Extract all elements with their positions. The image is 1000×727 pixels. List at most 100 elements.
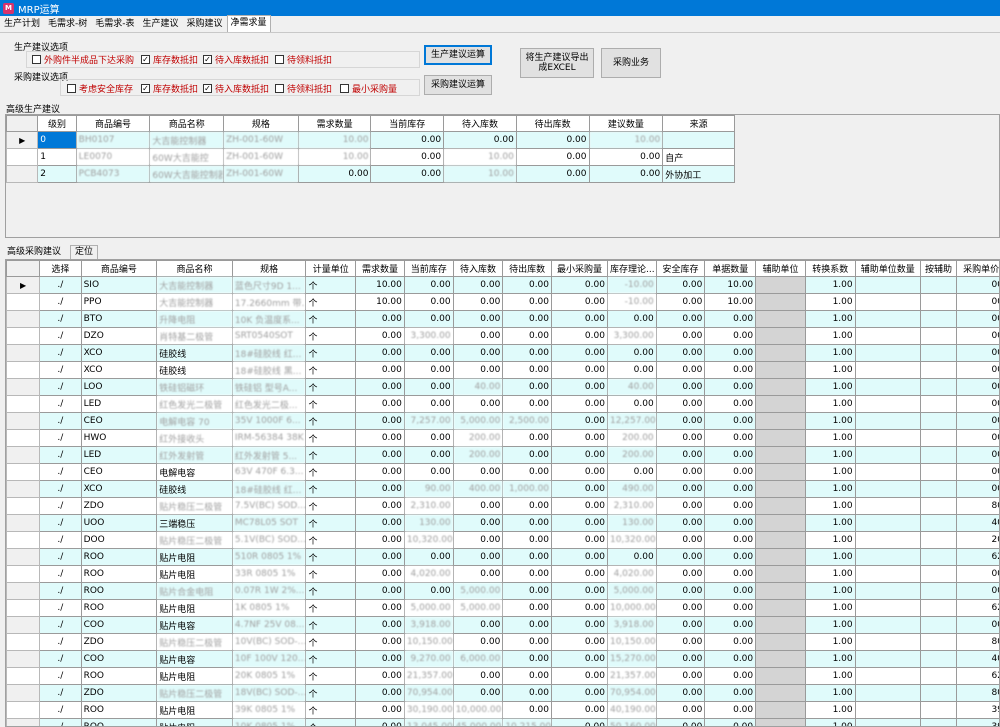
table-row[interactable]: ./DZO 肖特基二极管 SRT0540SOT 个 0.00 3,300.00 0.00 0.… <box>6 327 999 345</box>
checkbox-box[interactable] <box>67 84 76 93</box>
col-header[interactable]: 计量单位 <box>305 260 357 277</box>
production-checkbox-1[interactable]: ✓ 库存数抵扣 <box>141 53 198 66</box>
row-pointer[interactable] <box>6 429 41 447</box>
col-header[interactable]: 规格 <box>223 115 299 132</box>
table-row[interactable]: ./ROO 贴片合金电阻 0.07R 1W 2%... 个 0.00 0.00 5,000.… <box>6 582 999 600</box>
row-pointer[interactable] <box>6 667 41 685</box>
col-header[interactable]: 规格 <box>231 260 307 277</box>
col-header[interactable]: 按辅助 <box>919 260 958 277</box>
select-checkmark[interactable]: ./ <box>39 293 82 311</box>
select-checkmark[interactable]: ./ <box>39 412 82 430</box>
col-header[interactable]: 待入库数 <box>452 260 504 277</box>
col-header[interactable]: 辅助单位数量 <box>854 260 921 277</box>
select-checkmark[interactable]: ./ <box>39 480 82 498</box>
select-checkmark[interactable]: ./ <box>39 684 82 702</box>
table-row[interactable]: ./XCO 硅胶线 18#硅胶线 黑... 个 0.00 0.00 0.00 0.00 0.00… <box>6 361 999 379</box>
row-pointer[interactable] <box>6 514 41 532</box>
purchase-section-title[interactable]: 高级采购建议 <box>0 245 66 259</box>
select-checkmark[interactable]: ./ <box>39 497 82 515</box>
col-header[interactable]: 选择 <box>39 260 82 277</box>
table-row[interactable]: 1 LE0070 60W大吉能控 ZH-001-60W 10.00 0.00 10.00 0.… <box>6 148 735 166</box>
select-checkmark[interactable]: ./ <box>39 395 82 413</box>
table-row[interactable]: ./UOO 三端稳压 MC78L05 SOT 个 0.00 130.00 0.00 0.00 0… <box>6 514 999 532</box>
table-row[interactable]: ./XCO 硅胶线 18#硅胶线 红... 个 0.00 90.00 400.00 1,000… <box>6 480 999 498</box>
tab-4[interactable]: 采购建议 <box>183 16 227 32</box>
select-checkmark[interactable]: ./ <box>39 276 82 294</box>
col-header[interactable]: 安全库存 <box>655 260 706 277</box>
table-row[interactable]: ./ROO 贴片电阻 1K 0805 1% 个 0.00 5,000.00 5,000.00… <box>6 599 999 617</box>
select-checkmark[interactable]: ./ <box>39 344 82 362</box>
purchase-business-button[interactable]: 采购业务 <box>601 48 661 78</box>
tab-0[interactable]: 生产计划 <box>0 16 44 32</box>
select-checkmark[interactable]: ./ <box>39 548 82 566</box>
table-row[interactable]: ./BTO 升降电阻 10K 负温度系... 个 0.00 0.00 0.00 0.00 0.0… <box>6 310 999 328</box>
table-row[interactable]: ./LOO 铁硅铝磁环 铁硅铝 型号A... 个 0.00 0.00 40.00 0.00 0.… <box>6 378 999 396</box>
col-header[interactable]: 待出库数 <box>502 260 553 277</box>
calc-production-button[interactable]: 生产建议运算 <box>424 45 492 65</box>
table-row[interactable]: ./ZDO 贴片稳压二极管 18V(BC) SOD-... 个 0.00 70,954.0… <box>6 684 999 702</box>
production-checkbox-3[interactable]: 待领料抵扣 <box>275 53 332 66</box>
purchase-grid[interactable]: 选择 商品编号 商品名称 规格 计量单位 需求数量 当前库存 待入库数 待出库数 最小采购量 库存理… <box>5 259 1000 727</box>
col-header[interactable]: 辅助单位 <box>755 260 806 277</box>
purchase-checkbox-2[interactable]: ✓ 待入库数抵扣 <box>203 82 269 95</box>
col-header[interactable]: 需求数量 <box>297 115 372 132</box>
purchase-checkbox-0[interactable]: 考虑安全库存 <box>67 82 133 95</box>
select-checkmark[interactable]: ./ <box>39 718 82 726</box>
select-checkmark[interactable]: ./ <box>39 667 82 685</box>
row-pointer[interactable] <box>6 463 41 481</box>
col-header[interactable]: 转换系数 <box>804 260 856 277</box>
select-checkmark[interactable]: ./ <box>39 531 82 549</box>
table-row[interactable]: ./ROO贴片电阻10K 0805 1%个0.0013,045.0045,000… <box>6 718 999 726</box>
checkbox-box[interactable] <box>32 55 41 64</box>
tab-1[interactable]: 毛需求-树 <box>44 16 91 32</box>
calc-purchase-button[interactable]: 采购建议运算 <box>424 75 492 95</box>
col-header[interactable]: 商品名称 <box>149 115 225 132</box>
col-header[interactable]: 最小采购量 <box>551 260 608 277</box>
table-row[interactable]: ./LED 红色发光二极管 红色发光二极... 个 0.00 0.00 0.00 0.00 0.… <box>6 395 999 413</box>
export-excel-button[interactable]: 将生产建议导出成EXCEL <box>520 48 594 78</box>
checkbox-box[interactable]: ✓ <box>203 55 212 64</box>
select-checkmark[interactable]: ./ <box>39 310 82 328</box>
row-pointer[interactable] <box>6 412 41 430</box>
col-header[interactable]: 商品编号 <box>80 260 158 277</box>
checkbox-box[interactable]: ✓ <box>141 84 150 93</box>
row-pointer[interactable] <box>6 446 41 464</box>
table-row[interactable]: 2 PCB4073 60W大吉能控制器 ZH-001-60W 0.00 0.00 10.00… <box>6 165 735 183</box>
row-pointer[interactable] <box>6 565 41 583</box>
row-pointer[interactable] <box>6 582 41 600</box>
select-checkmark[interactable]: ./ <box>39 582 82 600</box>
select-checkmark[interactable]: ./ <box>39 650 82 668</box>
table-row[interactable]: ./XCO 硅胶线 18#硅胶线 红... 个 0.00 0.00 0.00 0.00 0.00… <box>6 344 999 362</box>
col-header[interactable]: 当前库存 <box>403 260 454 277</box>
col-header[interactable]: 待出库数 <box>515 115 590 132</box>
row-pointer[interactable]: ▶ <box>6 276 41 294</box>
row-pointer[interactable] <box>6 548 41 566</box>
row-pointer[interactable] <box>6 684 41 702</box>
row-pointer[interactable] <box>6 378 41 396</box>
row-pointer[interactable] <box>6 633 41 651</box>
table-row[interactable]: ./ROO 贴片电阻 39K 0805 1% 个 0.00 30,190.00 10,000… <box>6 701 999 719</box>
checkbox-box[interactable]: ✓ <box>203 84 212 93</box>
table-row[interactable]: ./ROO 贴片电阻 510R 0805 1% 个 0.00 0.00 0.00 0.00 0.… <box>6 548 999 566</box>
select-checkmark[interactable]: ./ <box>39 616 82 634</box>
select-checkmark[interactable]: ./ <box>39 361 82 379</box>
table-row[interactable]: ./CEO 电解电容 63V 470F 6.3... 个 0.00 0.00 0.00 0.0… <box>6 463 999 481</box>
table-row[interactable]: ./CEO 电解电容 70 35V 1000F 6... 个 0.00 7,257.00 5… <box>6 412 999 430</box>
row-pointer[interactable] <box>6 293 41 311</box>
col-header[interactable]: 商品名称 <box>156 260 233 277</box>
table-row[interactable]: ./ZDO 贴片稳压二极管 10V(BC) SOD-... 个 0.00 10,150.0… <box>6 633 999 651</box>
production-checkbox-0[interactable]: 外购件半成品下达采购 <box>32 53 134 66</box>
table-row[interactable]: ./HWO 红外接收头 IRM-56384 38K 个 0.00 0.00 200.00 0.… <box>6 429 999 447</box>
table-row[interactable]: ./DOO 贴片稳压二极管 5.1V(BC) SOD... 个 0.00 10,320.0… <box>6 531 999 549</box>
checkbox-box[interactable] <box>340 84 349 93</box>
table-row[interactable]: ./LED 红外发射管 红外发射管 5... 个 0.00 0.00 200.00 0.00 0… <box>6 446 999 464</box>
select-checkmark[interactable]: ./ <box>39 378 82 396</box>
select-checkmark[interactable]: ./ <box>39 633 82 651</box>
col-header[interactable]: 级别 <box>37 115 77 132</box>
col-header[interactable]: 库存理论... <box>606 260 657 277</box>
production-checkbox-2[interactable]: ✓ 待入库数抵扣 <box>203 53 269 66</box>
select-checkmark[interactable]: ./ <box>39 429 82 447</box>
col-header[interactable]: 需求数量 <box>355 260 405 277</box>
table-row[interactable]: ▶ 0 BH0107 大吉能控制器 ZH-001-60W 10.00 0.00 0.00 0.0… <box>6 131 735 149</box>
purchase-checkbox-1[interactable]: ✓ 库存数抵扣 <box>141 82 198 95</box>
